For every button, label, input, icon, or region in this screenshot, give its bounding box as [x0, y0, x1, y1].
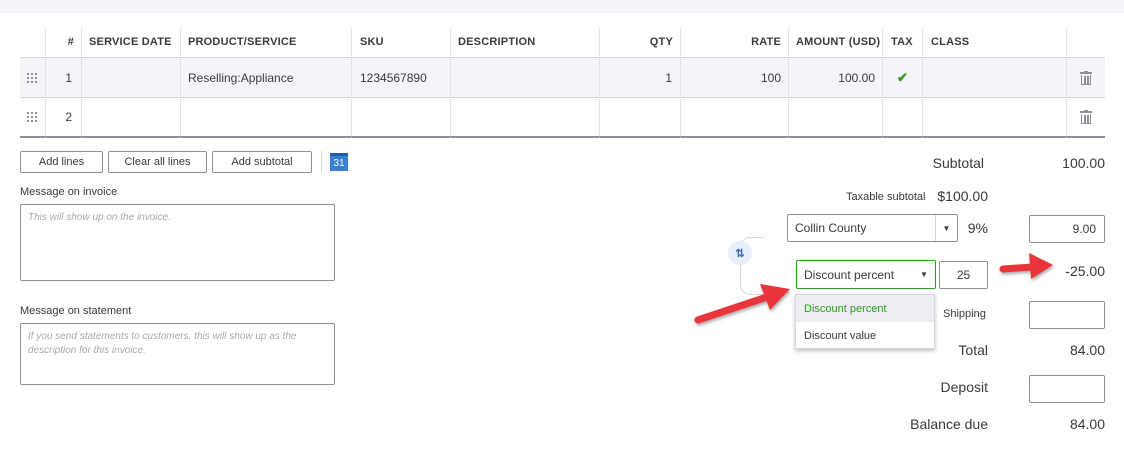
qty-cell[interactable]: 1 [600, 58, 672, 97]
header-tax: TAX [891, 36, 913, 48]
total-label: Total [958, 342, 988, 358]
add-lines-button[interactable]: Add lines [20, 151, 103, 173]
description-cell[interactable] [458, 58, 598, 97]
swap-order-icon[interactable]: ⇅ [728, 241, 752, 265]
discount-type-selected: Discount percent [804, 267, 895, 282]
qty-cell[interactable] [600, 98, 672, 136]
annotation-arrow-icon [999, 253, 1053, 279]
tax-check-icon[interactable]: ✔ [897, 58, 917, 97]
dropdown-option-discount-percent[interactable]: Discount percent [796, 295, 934, 322]
chevron-down-icon[interactable]: ▼ [913, 261, 935, 288]
rate-cell[interactable]: 100 [681, 58, 781, 97]
shipping-label: Shipping [943, 308, 986, 320]
message-on-statement-label: Message on statement [20, 305, 132, 317]
discount-input[interactable]: 25 [939, 261, 988, 289]
tax-rate-select[interactable]: Collin County ▼ [787, 214, 958, 242]
class-cell[interactable] [931, 98, 1061, 136]
message-on-statement-input[interactable]: If you send statements to customers, thi… [20, 323, 335, 385]
subtotal-value: 100.00 [1062, 155, 1105, 171]
trash-icon[interactable] [1080, 98, 1094, 136]
header-product-service: PRODUCT/SERVICE [188, 36, 297, 48]
clear-all-lines-button[interactable]: Clear all lines [108, 151, 207, 173]
product-service-cell[interactable] [188, 98, 353, 136]
drag-handle-icon[interactable] [27, 58, 41, 97]
tax-cell[interactable] [897, 98, 917, 136]
table-header: # SERVICE DATE PRODUCT/SERVICE SKU DESCR… [20, 27, 1105, 58]
shipping-input[interactable] [1029, 301, 1105, 329]
column-divider [81, 27, 82, 138]
divider [321, 151, 322, 173]
service-date-cell[interactable] [89, 58, 184, 97]
discount-type-select[interactable]: Discount percent ▼ [796, 260, 936, 289]
header-rate: RATE [751, 36, 781, 48]
amount-cell[interactable] [790, 98, 875, 136]
column-divider [45, 27, 46, 138]
row-number: 1 [65, 70, 72, 85]
column-divider [351, 27, 352, 138]
calendar-icon[interactable]: 31 [330, 153, 348, 171]
column-divider [882, 27, 883, 138]
deposit-input[interactable] [1029, 375, 1105, 403]
add-subtotal-button[interactable]: Add subtotal [212, 151, 312, 173]
column-divider [788, 27, 789, 138]
sku-cell[interactable] [360, 98, 450, 136]
subtotal-label: Subtotal [932, 155, 984, 171]
message-on-invoice-label: Message on invoice [20, 186, 118, 198]
product-service-cell[interactable]: Reselling:Appliance [188, 58, 353, 97]
trash-icon[interactable] [1080, 58, 1094, 97]
description-cell[interactable] [458, 98, 598, 136]
drag-handle-icon[interactable] [27, 98, 41, 136]
annotation-arrow-icon [694, 284, 790, 324]
deposit-label: Deposit [940, 379, 988, 395]
service-date-cell[interactable] [89, 98, 184, 136]
column-divider [1066, 27, 1067, 138]
header-num: # [67, 36, 74, 48]
row-number: 2 [65, 110, 72, 124]
tax-amount-input[interactable]: 9.00 [1029, 215, 1105, 243]
discount-type-dropdown: Discount percent Discount value [795, 294, 935, 349]
message-on-invoice-input[interactable]: This will show up on the invoice. [20, 204, 335, 281]
balance-due-label: Balance due [910, 416, 988, 432]
header-amount: AMOUNT (USD) [796, 36, 881, 48]
header-service-date: SERVICE DATE [89, 36, 172, 48]
class-cell[interactable] [931, 58, 1061, 97]
chevron-down-icon[interactable]: ▼ [935, 215, 957, 241]
taxable-subtotal-label: Taxable subtotal [846, 191, 926, 203]
header-qty: QTY [649, 36, 673, 48]
total-value: 84.00 [1069, 342, 1105, 358]
column-divider [180, 27, 181, 138]
balance-due-value: 84.00 [1069, 416, 1105, 432]
amount-cell[interactable]: 100.00 [790, 58, 875, 97]
column-divider [599, 27, 600, 138]
taxable-subtotal-value: $100.00 [937, 188, 988, 204]
column-divider [922, 27, 923, 138]
column-divider [450, 27, 451, 138]
tax-rate-selected: Collin County [795, 221, 867, 235]
table-row[interactable]: 2 [20, 98, 1105, 138]
table-row[interactable]: 1 Reselling:Appliance 1234567890 1 100 1… [20, 58, 1105, 98]
tax-percent: 9% [967, 220, 988, 236]
column-divider [680, 27, 681, 138]
sku-cell[interactable]: 1234567890 [360, 58, 450, 97]
top-band [0, 0, 1124, 13]
header-class: CLASS [931, 36, 970, 48]
header-sku: SKU [360, 36, 384, 48]
header-description: DESCRIPTION [458, 36, 536, 48]
rate-cell[interactable] [681, 98, 781, 136]
